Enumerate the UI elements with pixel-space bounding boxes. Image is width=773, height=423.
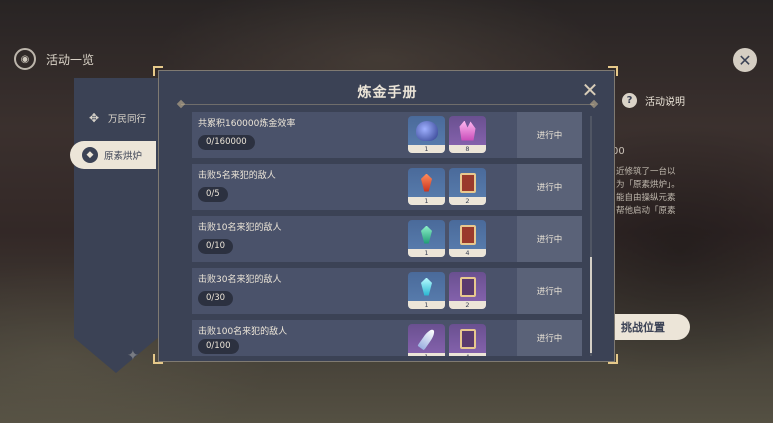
- dialog-title: 炼金手册: [357, 85, 418, 101]
- reward-item[interactable]: 4: [449, 220, 486, 257]
- corner-ornament: [608, 66, 618, 76]
- purple-book-icon: [459, 328, 476, 349]
- title-divider: [181, 104, 594, 105]
- corner-ornament: [153, 354, 163, 364]
- status-badge: 进行中: [517, 268, 582, 314]
- reward-count: 2: [449, 197, 486, 205]
- reward-item[interactable]: 2: [449, 272, 486, 309]
- status-badge: 进行中: [517, 164, 582, 210]
- status-badge: 进行中: [517, 112, 582, 158]
- white-feather-icon: [416, 327, 437, 350]
- red-book-icon: [459, 224, 476, 245]
- reward-item[interactable]: 4: [449, 324, 486, 356]
- red-gem-icon: [421, 173, 432, 192]
- green-gem-icon: [421, 225, 432, 244]
- reward-count: 4: [449, 353, 486, 356]
- event-list-title: 活动一览: [46, 52, 95, 67]
- status-badge: 进行中: [517, 320, 582, 356]
- task-row: 击败100名来犯的敌人 0/100 1 4 进行中: [192, 320, 582, 356]
- task-progress: 0/5: [198, 187, 228, 202]
- task-name: 击败30名来犯的敌人: [198, 275, 282, 285]
- status-badge: 进行中: [517, 216, 582, 262]
- reward-count: 1: [408, 249, 445, 257]
- task-name: 击败10名来犯的敌人: [198, 223, 282, 233]
- compass-icon: ◉: [14, 48, 36, 70]
- task-name: 共累积160000炼金效率: [198, 119, 296, 129]
- element-forge-icon: ◆: [82, 147, 98, 163]
- reward-count: 1: [408, 197, 445, 205]
- reward-item[interactable]: 1: [408, 272, 445, 309]
- tab-label: 万民同行: [108, 114, 147, 125]
- red-book-icon: [459, 172, 476, 193]
- reward-count: 2: [449, 301, 486, 309]
- tab-element-forge[interactable]: ◆ 原素烘炉: [70, 141, 156, 169]
- task-name: 击败100名来犯的敌人: [198, 327, 288, 337]
- task-progress: 0/160000: [198, 135, 255, 150]
- task-progress: 0/100: [198, 339, 239, 354]
- alchemy-handbook-dialog: 炼金手册 ✕ 共累积160000炼金效率 0/160000 1 8 进行中 击败…: [158, 70, 615, 362]
- help-label[interactable]: 活动说明: [645, 93, 685, 108]
- scrollbar-thumb[interactable]: [590, 257, 592, 353]
- tab-wanmin[interactable]: ✥ 万民同行: [78, 104, 158, 132]
- reward-item[interactable]: 1: [408, 324, 445, 356]
- sparkle-icon: ✦: [127, 348, 139, 364]
- help-icon[interactable]: ?: [622, 93, 637, 108]
- dialog-close-icon[interactable]: ✕: [579, 79, 601, 101]
- task-name: 击败5名来犯的敌人: [198, 171, 276, 181]
- task-progress: 0/10: [198, 239, 234, 254]
- reward-item[interactable]: 1: [408, 116, 445, 153]
- pink-crystal-icon: [459, 120, 476, 141]
- top-header: ◉ 活动一览: [14, 48, 94, 70]
- reward-item[interactable]: 1: [408, 220, 445, 257]
- corner-ornament: [153, 66, 163, 76]
- cyan-gem-icon: [421, 277, 432, 296]
- tab-label: 原素烘炉: [104, 151, 143, 162]
- background-description: 近修筑了一台以 为「原素烘炉」。 能自由操纵元素 帮他启动「原素: [616, 167, 680, 216]
- task-row: 击败10名来犯的敌人 0/10 1 4 进行中: [192, 216, 582, 262]
- corner-ornament: [608, 354, 618, 364]
- purple-book-icon: [459, 276, 476, 297]
- reward-count: 1: [408, 301, 445, 309]
- reward-count: 8: [449, 145, 486, 153]
- task-row: 击败30名来犯的敌人 0/30 1 2 进行中: [192, 268, 582, 314]
- blue-creature-icon: [415, 120, 438, 141]
- task-row: 共累积160000炼金效率 0/160000 1 8 进行中: [192, 112, 582, 158]
- pinwheel-icon: ✥: [88, 111, 100, 125]
- help-row[interactable]: ? 活动说明: [622, 93, 685, 108]
- reward-item[interactable]: 2: [449, 168, 486, 205]
- reward-count: 1: [408, 353, 445, 356]
- task-progress: 0/30: [198, 291, 234, 306]
- reward-count: 1: [408, 145, 445, 153]
- close-icon[interactable]: ✕: [733, 48, 757, 72]
- reward-item[interactable]: 1: [408, 168, 445, 205]
- reward-count: 4: [449, 249, 486, 257]
- reward-item[interactable]: 8: [449, 116, 486, 153]
- task-row: 击败5名来犯的敌人 0/5 1 2 进行中: [192, 164, 582, 210]
